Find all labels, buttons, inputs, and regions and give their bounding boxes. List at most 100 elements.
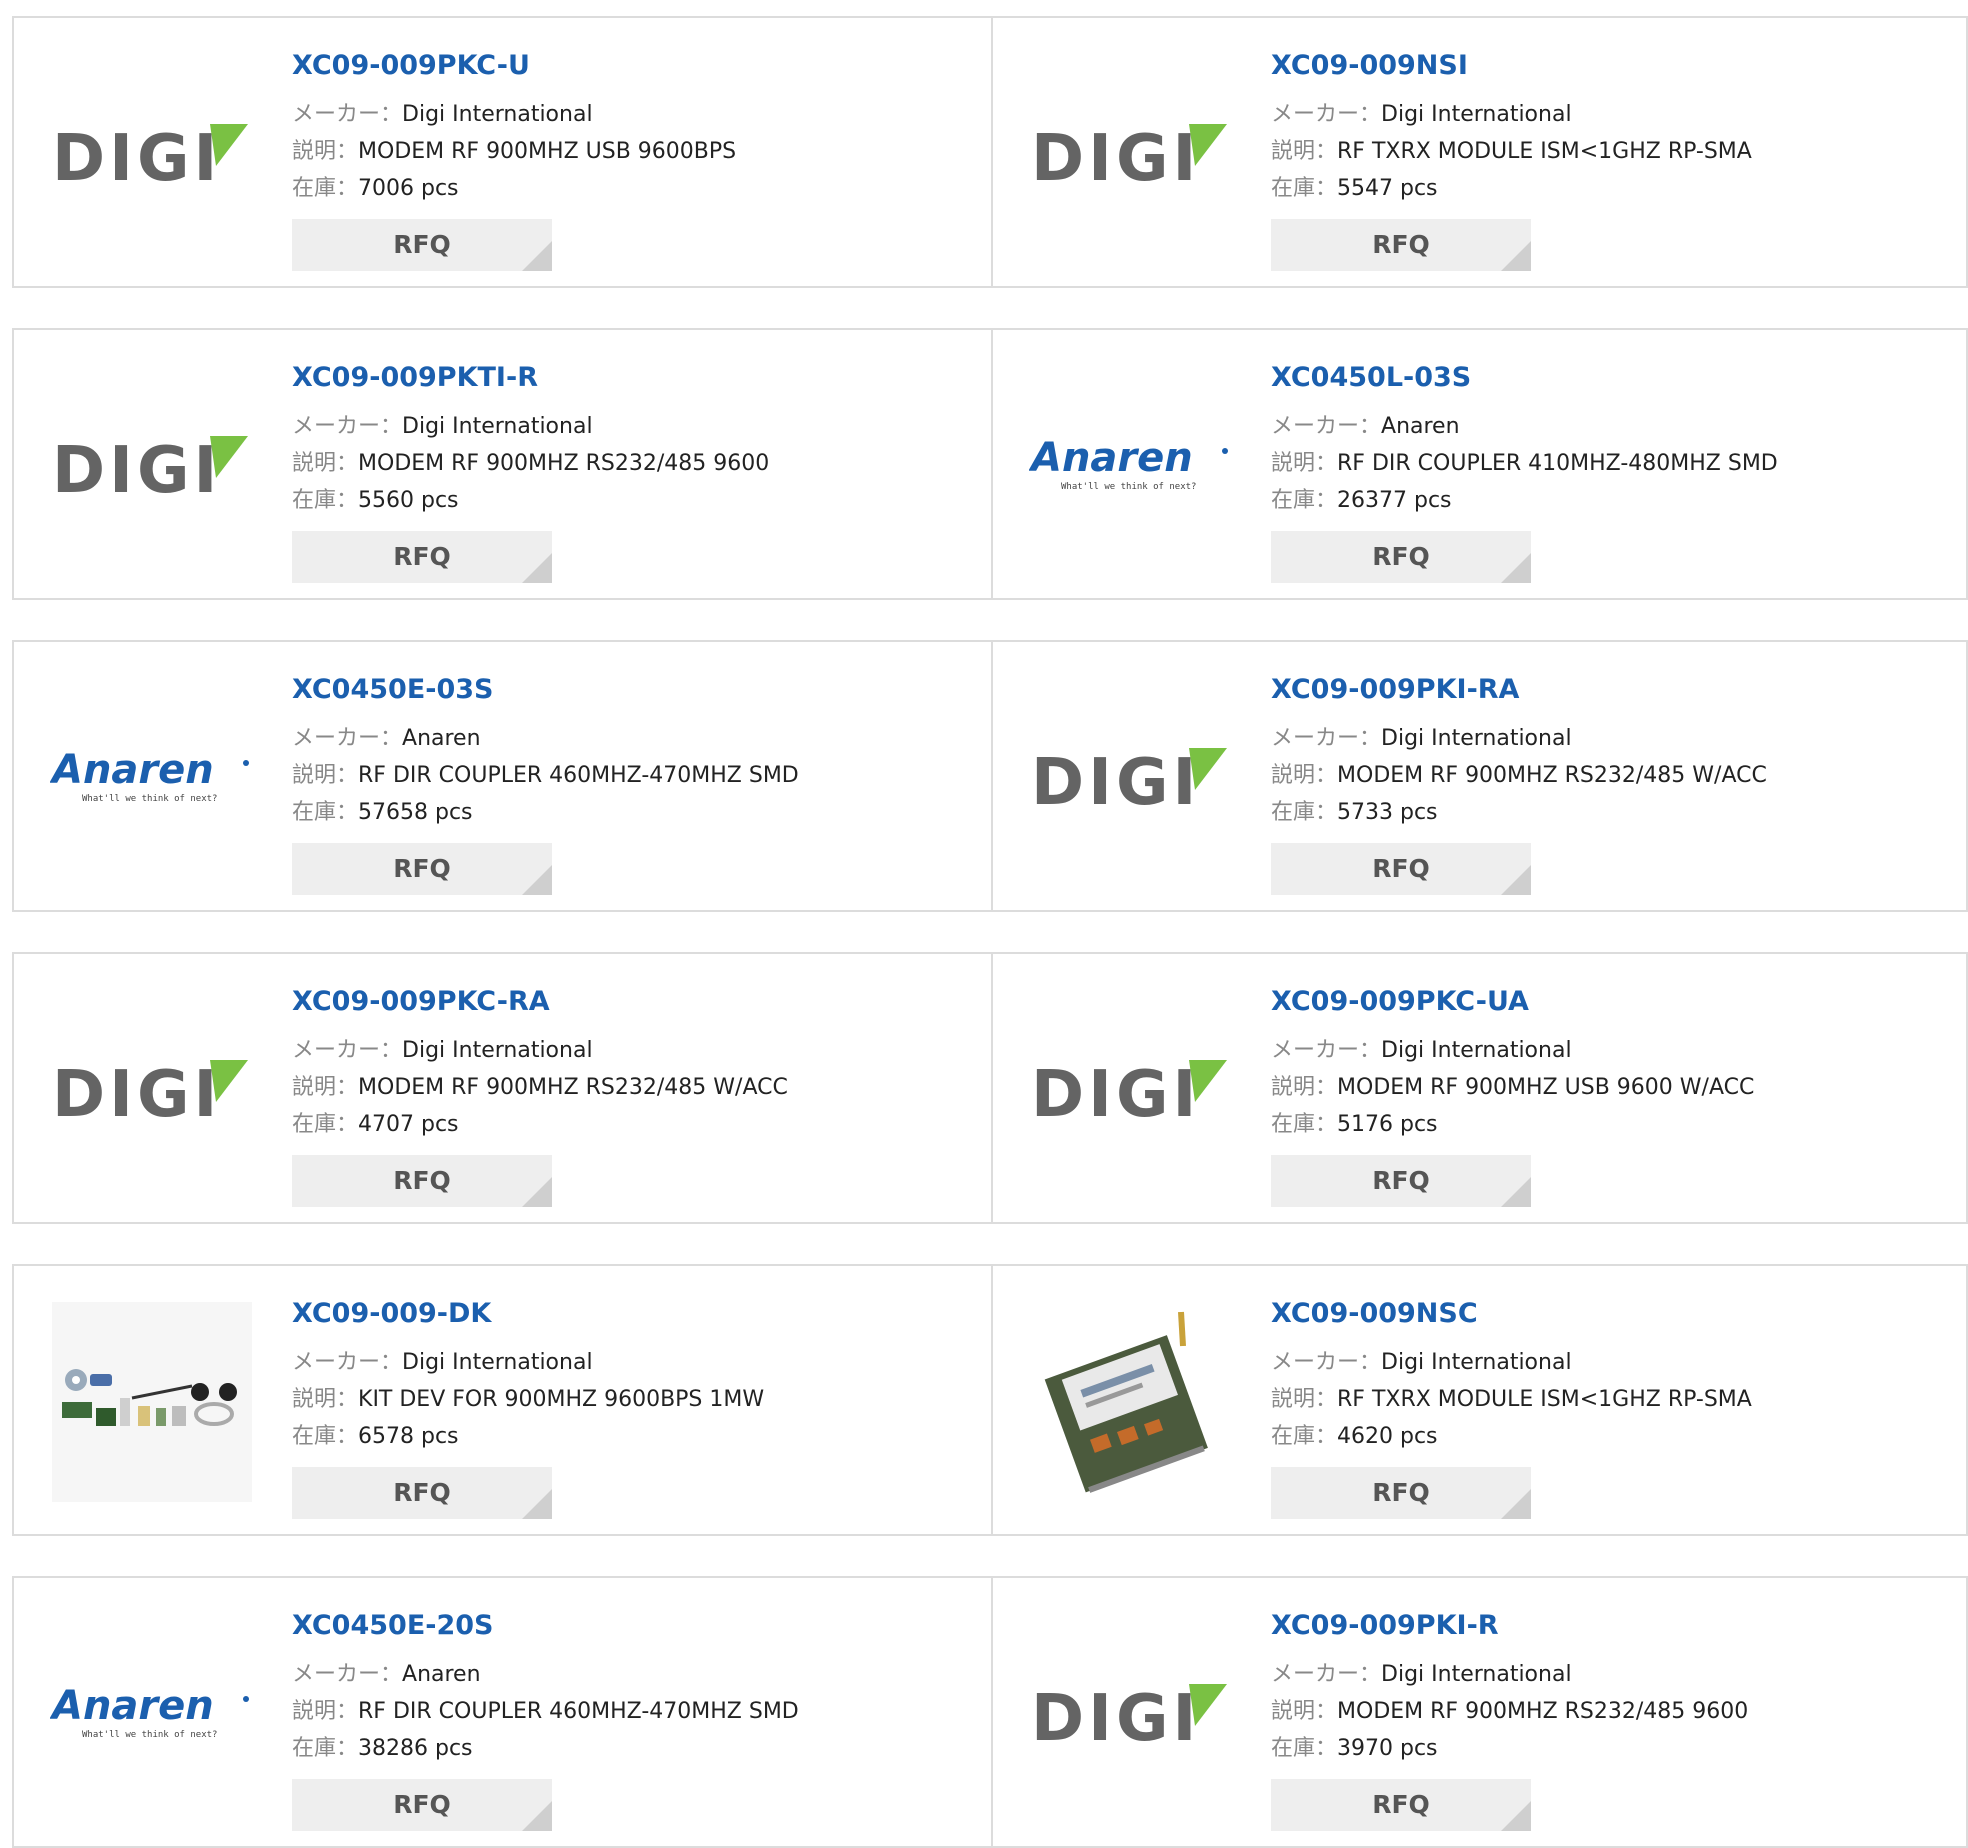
part-number-link[interactable]: XC09-009NSC [1271, 1296, 1752, 1332]
rfq-button[interactable]: RFQ [1271, 1155, 1531, 1207]
stock-label: 在庫： [292, 800, 359, 825]
stock-label: 在庫： [1271, 488, 1338, 513]
rfq-button[interactable]: RFQ [292, 1467, 552, 1519]
product-card: DIGI XC09-009PKC-UA メーカー：Digi Internationa… [993, 954, 1968, 1222]
manufacturer-logo[interactable]: Anaren What'll we think of next? [1029, 366, 1233, 566]
manufacturer-logo[interactable]: DIGI [50, 990, 254, 1190]
rfq-button[interactable]: RFQ [292, 1779, 552, 1831]
corner-triangle-icon [522, 865, 552, 895]
svg-text:What'll we think of next?: What'll we think of next? [82, 1730, 217, 1740]
part-number-link[interactable]: XC09-009PKTI-R [292, 360, 769, 396]
product-row: DIGI XC09-009PKTI-R メーカー：Digi Internationa… [12, 328, 1968, 600]
svg-text:Anaren: Anaren [50, 1683, 214, 1729]
stock-line: 在庫：26377 pcs [1271, 482, 1778, 519]
manufacturer-logo[interactable] [1029, 1302, 1233, 1502]
maker-line: メーカー：Digi International [292, 1344, 764, 1381]
stock-line: 在庫：57658 pcs [292, 794, 799, 831]
rfq-button[interactable]: RFQ [1271, 1779, 1531, 1831]
manufacturer-logo[interactable]: DIGI [1029, 990, 1233, 1190]
part-number-link[interactable]: XC09-009PKI-RA [1271, 672, 1767, 708]
rfq-button[interactable]: RFQ [1271, 531, 1531, 583]
svg-text:DIGI: DIGI [52, 434, 221, 506]
manufacturer-logo[interactable]: DIGI [1029, 1614, 1233, 1814]
svg-text:Anaren: Anaren [50, 747, 214, 793]
rfq-button[interactable]: RFQ [292, 219, 552, 271]
description-value: KIT DEV FOR 900MHZ 9600BPS 1MW [358, 1387, 765, 1412]
product-card: Anaren What'll we think of next? XC0450L-0… [993, 330, 1968, 598]
part-number-link[interactable]: XC09-009PKC-U [292, 48, 736, 84]
product-info: XC0450E-20S メーカー：Anaren 説明：RF DIR COUPLER … [292, 1608, 799, 1831]
maker-value: Digi International [1381, 1350, 1572, 1375]
maker-label: メーカー： [1271, 414, 1382, 439]
part-number-link[interactable]: XC09-009PKI-R [1271, 1608, 1748, 1644]
maker-value: Digi International [1381, 102, 1572, 127]
stock-value: 4620 pcs [1337, 1424, 1438, 1449]
stock-label: 在庫： [292, 176, 359, 201]
manufacturer-logo[interactable]: Anaren What'll we think of next? [50, 1614, 254, 1814]
description-value: RF TXRX MODULE ISM<1GHZ RP-SMA [1337, 1387, 1752, 1412]
stock-line: 在庫：5733 pcs [1271, 794, 1767, 831]
part-number-link[interactable]: XC0450E-20S [292, 1608, 799, 1644]
stock-line: 在庫：5547 pcs [1271, 170, 1752, 207]
description-label: 説明： [292, 139, 359, 164]
manufacturer-logo[interactable]: DIGI [50, 54, 254, 254]
stock-line: 在庫：38286 pcs [292, 1730, 799, 1767]
maker-line: メーカー：Anaren [1271, 408, 1778, 445]
maker-value: Anaren [402, 1662, 481, 1687]
digi-logo-icon: DIGI [52, 122, 248, 194]
manufacturer-logo[interactable]: Anaren What'll we think of next? [50, 678, 254, 878]
product-info: XC0450E-03S メーカー：Anaren 説明：RF DIR COUPLER … [292, 672, 799, 895]
rfq-button-label: RFQ [393, 1790, 451, 1819]
stock-value: 57658 pcs [358, 800, 473, 825]
rfq-button[interactable]: RFQ [292, 1155, 552, 1207]
stock-line: 在庫：5176 pcs [1271, 1106, 1754, 1143]
manufacturer-logo[interactable] [50, 1302, 254, 1502]
description-line: 説明：RF DIR COUPLER 460MHZ-470MHZ SMD [292, 757, 799, 794]
maker-value: Digi International [1381, 1038, 1572, 1063]
description-value: MODEM RF 900MHZ USB 9600BPS [358, 139, 737, 164]
description-line: 説明：MODEM RF 900MHZ USB 9600 W/ACC [1271, 1069, 1754, 1106]
part-number-link[interactable]: XC09-009PKC-RA [292, 984, 788, 1020]
product-info: XC09-009PKI-R メーカー：Digi International 説明：M… [1271, 1608, 1748, 1831]
stock-line: 在庫：4620 pcs [1271, 1418, 1752, 1455]
product-card: DIGI XC09-009PKI-RA メーカー：Digi Internationa… [993, 642, 1968, 910]
part-number-link[interactable]: XC0450L-03S [1271, 360, 1778, 396]
digi-logo-icon: DIGI [52, 434, 248, 506]
rfq-button[interactable]: RFQ [292, 843, 552, 895]
description-label: 説明： [292, 451, 359, 476]
digi-logo-icon: DIGI [1031, 746, 1227, 818]
svg-text:What'll we think of next?: What'll we think of next? [1061, 482, 1196, 492]
part-number-link[interactable]: XC09-009NSI [1271, 48, 1752, 84]
stock-value: 5176 pcs [1337, 1112, 1438, 1137]
product-info: XC0450L-03S メーカー：Anaren 説明：RF DIR COUPLER … [1271, 360, 1778, 583]
part-number-link[interactable]: XC0450E-03S [292, 672, 799, 708]
rfq-button[interactable]: RFQ [1271, 1467, 1531, 1519]
maker-label: メーカー： [1271, 1038, 1382, 1063]
svg-text:DIGI: DIGI [52, 1058, 221, 1130]
rfq-button-label: RFQ [1372, 1478, 1430, 1507]
manufacturer-logo[interactable]: DIGI [1029, 54, 1233, 254]
maker-value: Digi International [402, 1038, 593, 1063]
product-row: DIGI XC09-009PKC-U メーカー：Digi International… [12, 16, 1968, 288]
rfq-button[interactable]: RFQ [1271, 219, 1531, 271]
description-label: 説明： [1271, 451, 1338, 476]
part-number-link[interactable]: XC09-009PKC-UA [1271, 984, 1754, 1020]
description-line: 説明：MODEM RF 900MHZ RS232/485 9600 [1271, 1693, 1748, 1730]
digi-logo-icon: DIGI [1031, 1058, 1227, 1130]
rfq-button[interactable]: RFQ [1271, 843, 1531, 895]
corner-triangle-icon [522, 241, 552, 271]
stock-label: 在庫： [1271, 1112, 1338, 1137]
product-row: XC09-009-DK メーカー：Digi International 説明：KIT… [12, 1264, 1968, 1536]
stock-line: 在庫：5560 pcs [292, 482, 769, 519]
stock-line: 在庫：3970 pcs [1271, 1730, 1748, 1767]
description-label: 説明： [292, 1699, 359, 1724]
rfq-button-label: RFQ [1372, 1166, 1430, 1195]
maker-label: メーカー： [292, 414, 403, 439]
part-number-link[interactable]: XC09-009-DK [292, 1296, 764, 1332]
description-label: 説明： [1271, 1699, 1338, 1724]
product-info: XC09-009PKI-RA メーカー：Digi International 説明：… [1271, 672, 1767, 895]
manufacturer-logo[interactable]: DIGI [1029, 678, 1233, 878]
stock-label: 在庫： [1271, 800, 1338, 825]
manufacturer-logo[interactable]: DIGI [50, 366, 254, 566]
rfq-button[interactable]: RFQ [292, 531, 552, 583]
